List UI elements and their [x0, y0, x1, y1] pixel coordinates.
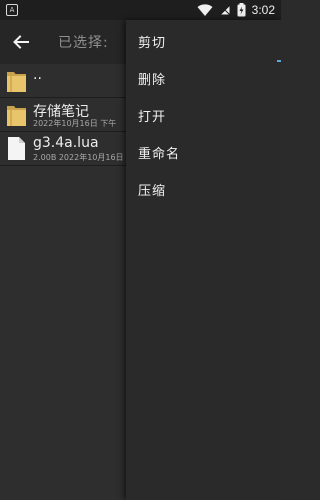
menu-item-label: 打开	[138, 110, 167, 125]
file-meta: 2022年10月16日 下午	[33, 119, 117, 128]
folder-icon	[7, 106, 26, 126]
wifi-icon	[197, 4, 213, 16]
menu-item-rename[interactable]: 重命名	[126, 134, 281, 171]
document-icon	[8, 137, 25, 160]
battery-icon	[237, 3, 246, 17]
notification-icon-glyph: A	[9, 6, 15, 14]
folder-icon	[7, 72, 26, 92]
signal-icon	[218, 4, 231, 16]
menu-item-label: 剪切	[138, 36, 167, 51]
menu-item-cut[interactable]: 剪切	[126, 23, 281, 60]
status-time: 3:02	[251, 3, 275, 17]
back-arrow-icon[interactable]	[11, 32, 31, 52]
file-manager-screen: A 3:02 已选择: .. 存储笔记 2022年10月16日 下午 g3.4a…	[0, 0, 281, 500]
menu-item-delete[interactable]: 删除	[126, 60, 281, 97]
notification-icon: A	[6, 4, 18, 16]
context-menu: 剪切 删除 打开 重命名 压缩	[126, 20, 281, 500]
file-name: g3.4a.lua	[33, 135, 99, 151]
menu-item-label: 删除	[138, 73, 167, 88]
selection-title: 已选择:	[58, 35, 109, 51]
menu-edge-accent	[277, 60, 281, 62]
file-name: ..	[33, 67, 42, 83]
menu-item-compress[interactable]: 压缩	[126, 171, 281, 208]
menu-item-open[interactable]: 打开	[126, 97, 281, 134]
file-meta: 2.00B 2022年10月16日	[33, 153, 124, 162]
menu-item-label: 压缩	[138, 184, 167, 199]
menu-item-label: 重命名	[138, 147, 181, 162]
status-indicators: 3:02	[197, 2, 275, 18]
status-bar: A 3:02	[0, 0, 281, 20]
